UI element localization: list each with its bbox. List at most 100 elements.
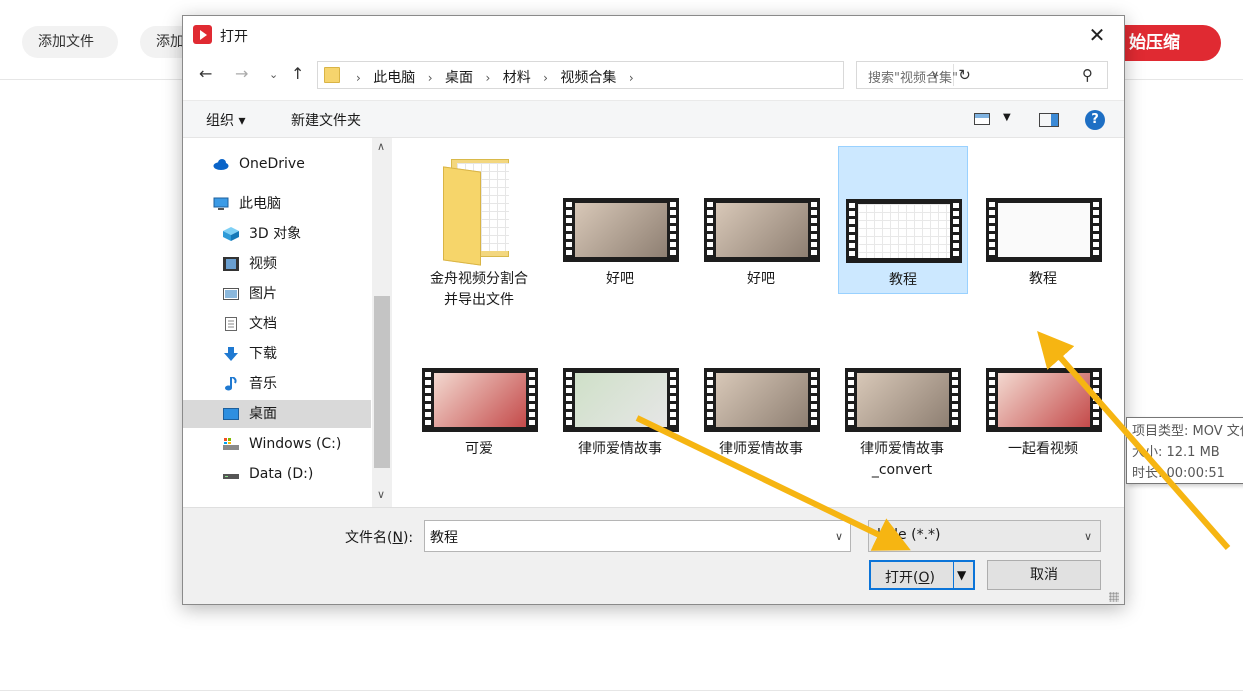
filename-history-dropdown-icon[interactable]: ∨ (835, 530, 843, 543)
chevron-right-icon[interactable]: › (629, 71, 634, 85)
chevron-right-icon: › (485, 71, 491, 85)
app-bottom-divider (0, 690, 1243, 691)
resize-grip-icon[interactable] (1109, 592, 1119, 602)
open-button[interactable]: 打开(O) ▼ (869, 560, 975, 590)
nav-item-label: 音乐 (249, 376, 277, 392)
file-item-folder[interactable]: 金舟视频分割合 并导出文件 (415, 146, 545, 308)
nav-item-3d-objects[interactable]: 3D 对象 (183, 220, 371, 248)
address-row: ← → ⌄ ↑ › 此电脑 › 桌面 › 材料 › 视频合集 › ∨ ↻ 搜索"… (183, 60, 1124, 92)
dialog-toolbar: 组织 ▾ 新建文件夹 ▼ ? (183, 100, 1124, 138)
nav-item-label: 图片 (249, 286, 277, 302)
file-item-video[interactable]: 教程 (979, 146, 1109, 294)
file-item-video[interactable]: 可爱 (415, 316, 545, 464)
file-type-value: l file (*.*) (877, 527, 941, 543)
video-thumbnail-icon (846, 199, 962, 263)
folder-icon (324, 67, 340, 83)
nav-item-drive-d[interactable]: Data (D:) (183, 460, 371, 488)
filename-label: 文件名(N): (345, 530, 414, 546)
start-compress-label: 始压缩 (1129, 33, 1180, 53)
file-info-tooltip: 项目类型: MOV 文件 大小: 12.1 MB 时长: 00:00:51 (1126, 417, 1243, 484)
file-item-label: 教程 (889, 272, 917, 288)
navigation-scrollbar[interactable]: ∧ ∨ (372, 138, 392, 507)
open-button-label: 打开(O) (885, 570, 935, 586)
video-icon (223, 257, 239, 271)
file-item-video[interactable]: 好吧 (556, 146, 686, 294)
folder-icon (443, 159, 515, 266)
nav-item-desktop[interactable]: 桌面 (183, 400, 371, 428)
view-options-dropdown-icon[interactable]: ▼ (1003, 112, 1011, 123)
video-thumbnail-icon (986, 198, 1102, 262)
nav-item-music[interactable]: 音乐 (183, 370, 371, 398)
download-icon (224, 347, 238, 361)
breadcrumb-item[interactable]: 此电脑 (373, 70, 415, 86)
nav-item-label: 文档 (249, 316, 277, 332)
up-arrow-icon[interactable]: ↑ (291, 64, 304, 83)
forward-arrow-icon[interactable]: → (235, 64, 248, 83)
scroll-down-icon[interactable]: ∨ (377, 488, 385, 501)
dialog-titlebar: 打开 ✕ (183, 16, 1124, 54)
add-file-button[interactable]: 添加文件 (22, 26, 118, 58)
cancel-button[interactable]: 取消 (987, 560, 1101, 590)
file-type-select[interactable]: l file (*.*) ∨ (868, 520, 1101, 552)
address-bar[interactable]: › 此电脑 › 桌面 › 材料 › 视频合集 › ∨ ↻ (317, 61, 971, 89)
search-input[interactable]: 搜索"视频合集" ⚲ (856, 61, 1108, 89)
file-item-label: 可爱 (465, 441, 493, 457)
file-item-label: 教程 (1029, 271, 1057, 287)
nav-item-downloads[interactable]: 下载 (183, 340, 371, 368)
file-item-label: 律师爱情故事 (719, 441, 803, 457)
search-placeholder: 搜索"视频合集" (868, 71, 958, 86)
nav-item-label: Windows (C:) (249, 436, 342, 452)
video-thumbnail-icon (422, 368, 538, 432)
tooltip-size: 大小: 12.1 MB (1132, 445, 1220, 460)
change-view-icon[interactable] (974, 113, 990, 125)
dialog-title: 打开 (220, 29, 248, 45)
preview-pane-icon[interactable] (1039, 113, 1059, 127)
nav-item-label: 桌面 (249, 406, 277, 422)
scrollbar-thumb[interactable] (374, 296, 390, 468)
file-item-video[interactable]: 律师爱情故事 (697, 316, 827, 464)
file-item-video[interactable]: 律师爱情故事 (556, 316, 686, 464)
nav-item-this-pc[interactable]: 此电脑 (183, 190, 371, 218)
file-item-label: 一起看视频 (1008, 441, 1078, 457)
recent-locations-chevron-icon[interactable]: ⌄ (269, 68, 278, 81)
add-folder-label: 添加 (156, 34, 184, 50)
open-button-divider (953, 562, 954, 588)
filename-input[interactable]: 教程 (424, 520, 851, 552)
close-icon[interactable]: ✕ (1083, 22, 1111, 48)
chevron-right-icon: › (427, 71, 433, 85)
file-item-video-selected[interactable]: 教程 (838, 146, 968, 294)
drive-c-icon (223, 438, 239, 450)
file-item-video[interactable]: 律师爱情故事 _convert (838, 316, 968, 478)
breadcrumb: › 此电脑 › 桌面 › 材料 › 视频合集 › (348, 67, 642, 87)
chevron-right-icon: › (543, 71, 548, 85)
dialog-footer: 文件名(N): 教程 ∨ l file (*.*) ∨ 打开(O) ▼ 取消 (183, 507, 1124, 604)
desktop-icon (223, 408, 239, 420)
file-item-label: 律师爱情故事 _convert (860, 441, 944, 478)
search-icon[interactable]: ⚲ (1082, 66, 1093, 84)
cloud-icon (213, 159, 229, 170)
scroll-up-icon[interactable]: ∧ (377, 140, 385, 153)
nav-item-onedrive[interactable]: OneDrive (183, 150, 371, 178)
nav-item-label: 此电脑 (239, 196, 281, 212)
back-arrow-icon[interactable]: ← (199, 64, 212, 83)
file-item-video[interactable]: 一起看视频 (979, 316, 1109, 464)
breadcrumb-item[interactable]: 桌面 (445, 70, 473, 86)
breadcrumb-item[interactable]: 视频合集 (560, 70, 616, 86)
nav-item-videos[interactable]: 视频 (183, 250, 371, 278)
breadcrumb-item[interactable]: 材料 (503, 70, 531, 86)
drive-d-icon (223, 474, 239, 479)
nav-item-documents[interactable]: 文档 (183, 310, 371, 338)
open-options-dropdown-icon[interactable]: ▼ (957, 568, 966, 582)
help-icon[interactable]: ? (1085, 110, 1105, 130)
file-list: 金舟视频分割合 并导出文件 好吧 好吧 教程 教程 可爱 律师爱情故事 律师爱情… (393, 138, 1243, 507)
cube-icon (223, 227, 239, 241)
video-thumbnail-icon (563, 198, 679, 262)
nav-item-drive-c[interactable]: Windows (C:) (183, 430, 371, 458)
nav-item-label: 下载 (249, 346, 277, 362)
organize-menu-button[interactable]: 组织 ▾ (206, 110, 245, 130)
nav-item-pictures[interactable]: 图片 (183, 280, 371, 308)
video-thumbnail-icon (704, 368, 820, 432)
nav-item-label: 视频 (249, 256, 277, 272)
new-folder-button[interactable]: 新建文件夹 (291, 110, 361, 130)
file-item-video[interactable]: 好吧 (697, 146, 827, 294)
